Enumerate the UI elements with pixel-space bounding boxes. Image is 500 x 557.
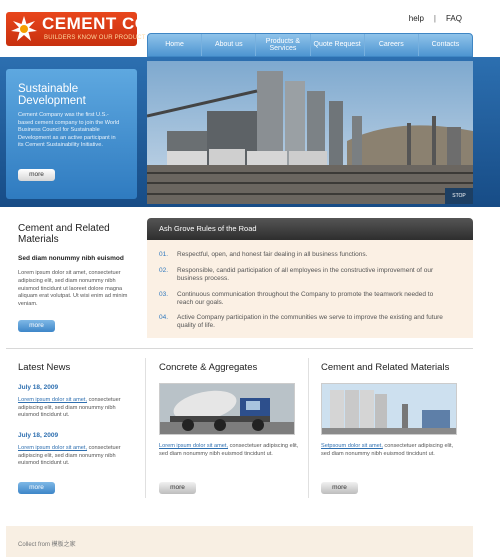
top-links: help | FAQ xyxy=(409,14,462,23)
logo[interactable]: CEMENT CO. BUILDERS KNOW OUR PRODUCT xyxy=(6,12,153,46)
separator: | xyxy=(433,14,436,23)
news-title: Latest News xyxy=(18,362,71,373)
rule-text: Active Company participation in the comm… xyxy=(177,314,443,329)
footer-text: Collect from 模板之家 xyxy=(18,542,76,548)
slideshow-stop-button[interactable]: STOP xyxy=(445,188,473,204)
news-date: July 18, 2009 xyxy=(18,384,59,391)
help-link[interactable]: help xyxy=(409,14,424,23)
cement-title: Cement and Related Materials xyxy=(321,362,450,373)
cement-more-button[interactable]: more xyxy=(321,482,358,494)
nav-about[interactable]: About us xyxy=(202,34,257,56)
rules-panel: Ash Grove Rules of the Road 01. Respectf… xyxy=(147,218,473,338)
nav-quote[interactable]: Quote Request xyxy=(311,34,365,56)
nav-contacts[interactable]: Contacts xyxy=(419,34,472,56)
column-divider xyxy=(145,358,146,498)
intro-text: Lorem ipsum dolor sit amet, consectetuer… xyxy=(18,270,128,308)
faq-link[interactable]: FAQ xyxy=(446,14,462,23)
concrete-more-button[interactable]: more xyxy=(159,482,196,494)
rules-title: Ash Grove Rules of the Road xyxy=(147,218,473,240)
nav-home[interactable]: Home xyxy=(148,34,203,56)
intro-title: Cement and Related Materials xyxy=(18,223,110,245)
rule-text: Respectful, open, and honest fair dealin… xyxy=(177,251,368,258)
rule-item: 04. Active Company participation in the … xyxy=(159,314,449,330)
rule-text: Responsible, candid participation of all… xyxy=(177,267,434,282)
rule-item: 03. Continuous communication throughout … xyxy=(159,291,449,307)
news-item: Lorem ipsum dolor sit amet, consectetuer… xyxy=(18,445,136,468)
brand-tagline: BUILDERS KNOW OUR PRODUCT xyxy=(44,35,146,41)
cement-link[interactable]: Setpsoum dolor sit amet, xyxy=(321,443,383,449)
intro-more-button[interactable]: more xyxy=(18,320,55,332)
intro-subtitle: Sed diam nonummy nibh euismod xyxy=(18,255,124,262)
concrete-truck-photo[interactable] xyxy=(159,383,295,435)
hero-text: Cement Company was the first U.S.-based … xyxy=(18,112,120,149)
nav-products[interactable]: Products & Services xyxy=(256,34,311,56)
rule-number: 04. xyxy=(159,314,169,321)
news-item: Lorem ipsum dolor sit amet, consectetuer… xyxy=(18,397,136,420)
rule-number: 03. xyxy=(159,291,169,298)
column-divider xyxy=(308,358,309,498)
news-link[interactable]: Lorem ipsum dolor sit amet, xyxy=(18,445,87,451)
hero-more-button[interactable]: more xyxy=(18,169,55,181)
rule-number: 02. xyxy=(159,267,169,274)
cement-plant-photo xyxy=(147,61,473,204)
news-link[interactable]: Lorem ipsum dolor sit amet, xyxy=(18,397,87,403)
main-nav: Home About us Products & Services Quote … xyxy=(147,33,473,57)
concrete-title: Concrete & Aggregates xyxy=(159,362,258,373)
concrete-text-block: Lorem ipsum dolor sit amet, consectetuer… xyxy=(159,443,299,458)
rule-text: Continuous communication throughout the … xyxy=(177,291,434,306)
rule-item: 02. Responsible, candid participation of… xyxy=(159,267,449,283)
rule-number: 01. xyxy=(159,251,169,258)
concrete-link[interactable]: Lorem ipsum dolor sit amet, xyxy=(159,443,228,449)
silo-photo[interactable] xyxy=(321,383,457,435)
brand-name: CEMENT CO. xyxy=(42,14,154,33)
news-date: July 18, 2009 xyxy=(18,432,59,439)
rule-item: 01. Respectful, open, and honest fair de… xyxy=(159,251,449,259)
cement-text-block: Setpsoum dolor sit amet, consectetuer ad… xyxy=(321,443,461,458)
hero-title: Sustainable Development xyxy=(18,83,86,107)
news-more-button[interactable]: more xyxy=(18,482,55,494)
section-divider xyxy=(6,348,473,349)
footer xyxy=(6,526,473,557)
sun-star-icon xyxy=(11,16,37,41)
nav-careers[interactable]: Careers xyxy=(365,34,419,56)
